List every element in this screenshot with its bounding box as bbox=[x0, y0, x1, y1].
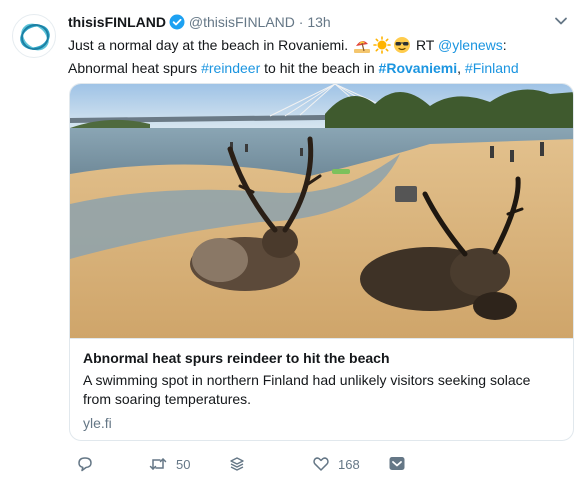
tweet-actions: 50 168 bbox=[68, 452, 508, 476]
card-title[interactable]: Abnormal heat spurs reindeer to hit the … bbox=[83, 349, 390, 368]
reply-icon bbox=[78, 457, 92, 472]
display-name[interactable]: thisisFINLAND bbox=[68, 14, 166, 30]
timestamp[interactable]: 13h bbox=[307, 14, 330, 30]
share-chevron-icon bbox=[389, 457, 405, 470]
tweet: thisisFINLAND @thisisFINLAND · 13h Just … bbox=[0, 0, 580, 484]
finland-logo-icon bbox=[20, 23, 50, 51]
share-button[interactable] bbox=[388, 452, 406, 476]
retweet-button[interactable]: 50 bbox=[148, 452, 190, 476]
card-domain: yle.fi bbox=[83, 415, 112, 431]
verified-icon bbox=[169, 14, 185, 34]
avatar[interactable] bbox=[12, 14, 56, 58]
mention-link[interactable]: @ylenews bbox=[438, 37, 503, 53]
text-segment: , bbox=[457, 60, 462, 76]
beach-umbrella-emoji-icon bbox=[353, 36, 371, 59]
user-handle[interactable]: @thisisFINLAND bbox=[189, 14, 295, 30]
like-count: 168 bbox=[338, 456, 360, 472]
reindeer-beach-photo bbox=[70, 84, 573, 338]
reply-button[interactable] bbox=[76, 452, 102, 476]
card-description: A swimming spot in northern Finland had … bbox=[83, 372, 531, 407]
heart-icon bbox=[313, 457, 329, 471]
hashtag-reindeer-link[interactable]: #reindeer bbox=[201, 60, 260, 76]
like-button[interactable]: 168 bbox=[312, 452, 360, 476]
link-preview-card[interactable]: Abnormal heat spurs reindeer to hit the … bbox=[69, 83, 574, 441]
hashtag-rovaniemi-link[interactable]: #Rovaniemi bbox=[379, 60, 458, 76]
text-segment: RT bbox=[415, 37, 435, 53]
more-options-chevron-icon[interactable] bbox=[554, 14, 568, 28]
card-body: Abnormal heat spurs reindeer to hit the … bbox=[70, 338, 573, 440]
hashtag-finland-link[interactable]: #Finland bbox=[465, 60, 519, 76]
separator-dot: · bbox=[298, 14, 304, 30]
tweet-header: thisisFINLAND @thisisFINLAND · 13h bbox=[68, 13, 540, 33]
tweet-text: Just a normal day at the beach in Rovani… bbox=[68, 36, 568, 78]
stack-button[interactable] bbox=[228, 452, 246, 476]
retweet-count: 50 bbox=[176, 456, 191, 472]
sun-emoji-icon bbox=[373, 36, 391, 59]
text-segment: to hit the beach in bbox=[264, 60, 375, 76]
retweet-icon bbox=[149, 458, 167, 470]
sunglasses-emoji-icon bbox=[393, 36, 411, 59]
layers-stack-icon bbox=[230, 457, 244, 471]
text-segment: Just a normal day at the beach in Rovani… bbox=[68, 37, 349, 53]
